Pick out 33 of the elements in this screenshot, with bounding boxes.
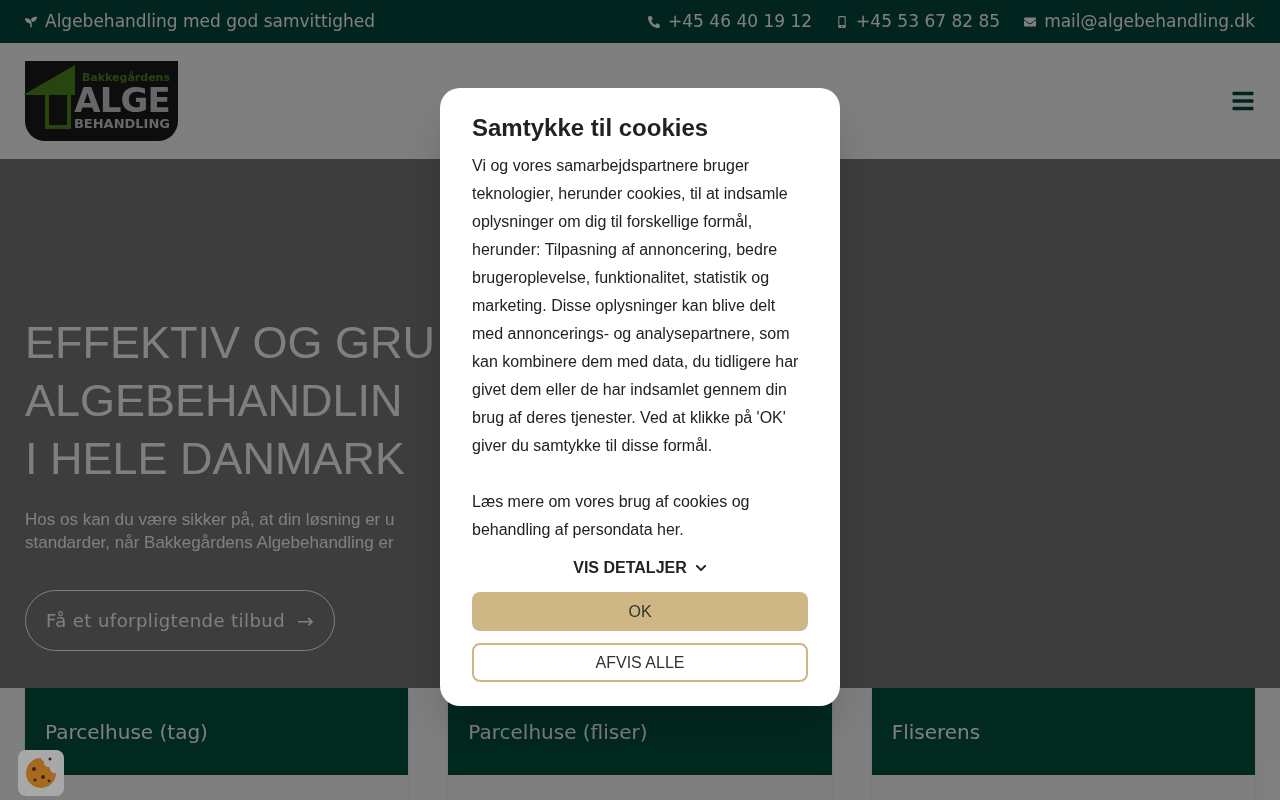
tagline: Algebehandling med god samvittighed — [45, 9, 376, 33]
ok-button[interactable]: OK — [472, 592, 808, 631]
contact-link[interactable]: +45 46 40 19 12 — [648, 8, 813, 35]
hero-heading: I HELE DANMARK — [25, 432, 406, 486]
dialog-text: Vi og vores samarbejdspartnere bruger teknologier, herunder cookies, til at indsamle oplysninger om dig til forskellige formål, herunder: Tilpasning af annoncering, bedre brugeroplevelse, funktionalitet, statistik og marketing. Disse oplysninger kan blive delt med annoncerings- og analysepartnere, som kan kombinere dem med data, du tidligere har givet dem eller de har indsamlet gennem din brug af deres tjenester. Ved at klikke på 'OK' giver du samtykke til disse formål. — [472, 156, 800, 456]
service-card[interactable]: Fliserens — [871, 688, 1255, 800]
logo-text: Bakkegårdens — [81, 72, 170, 83]
cookie-icon — [23, 755, 59, 791]
mobile-phone-icon — [836, 15, 849, 28]
arrow-icon: → — [297, 605, 315, 636]
contact-link[interactable]: mail@algebehandling.dk — [1024, 8, 1255, 35]
contact-link[interactable]: +45 53 67 82 85 — [836, 8, 1001, 35]
hero-text: standarder, når Bakkegårdens Algebehandling er — [25, 532, 394, 554]
card-title: Parcelhuse (tag) — [45, 718, 208, 746]
hero-text: Hos os kan du være sikker på, at din løsning er u — [25, 509, 395, 531]
logo-text: BEHANDLING — [73, 117, 170, 130]
chevron-icon — [694, 562, 707, 574]
plant-icon — [25, 15, 37, 28]
logo[interactable]: Bakkegårdens ALGE BEHANDLING — [25, 61, 178, 141]
card-title: Parcelhuse (fliser) — [468, 718, 648, 746]
hero-heading: EFFEKTIV OG GRU — [25, 316, 436, 370]
hero-heading: ALGEBEHANDLIN — [25, 374, 403, 428]
details-toggle[interactable]: VIS DETALJER — [573, 556, 707, 580]
phone-icon — [648, 15, 661, 28]
menu-icon[interactable] — [1231, 89, 1255, 113]
reject-all-button[interactable]: AFVIS ALLE — [472, 643, 808, 682]
logo-text: ALGE — [74, 83, 170, 117]
cookie-settings-button[interactable] — [18, 750, 64, 796]
dialog-title: Samtykke til cookies — [472, 113, 710, 143]
card-title: Fliserens — [891, 718, 981, 746]
envelope-icon — [1024, 15, 1037, 28]
dialog-text: Læs mere om vores brug af cookies og behandling af persondata her. — [472, 492, 751, 540]
service-card[interactable]: Parcelhuse (tag) — [25, 688, 409, 800]
